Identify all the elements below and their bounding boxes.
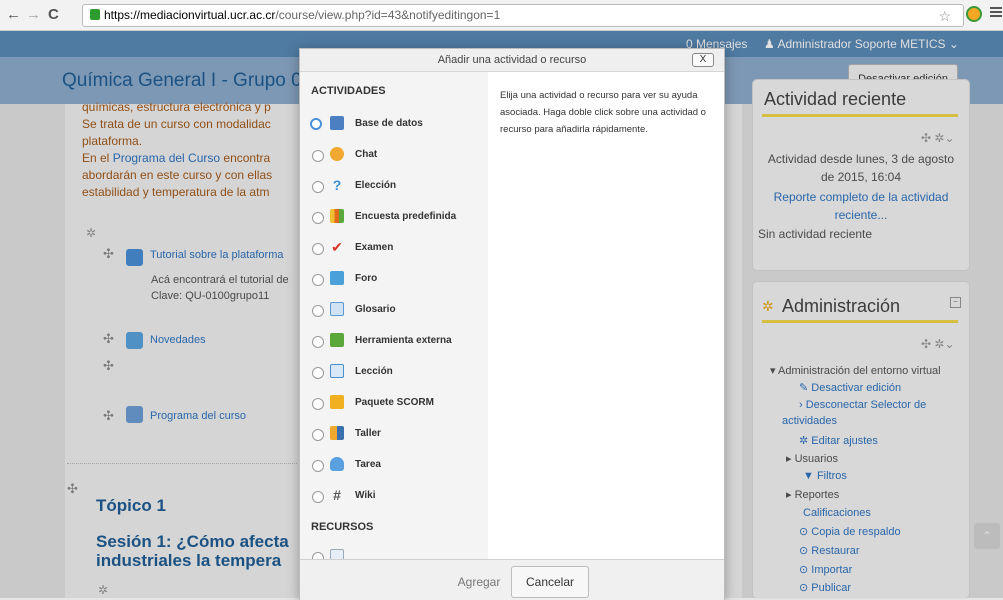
option-forum[interactable]: Foro xyxy=(309,269,487,291)
question-icon: ? xyxy=(332,177,342,193)
dialog-title: Añadir una actividad o recurso xyxy=(300,49,724,72)
extension-icon[interactable] xyxy=(966,6,982,22)
bookmark-star-icon[interactable]: ☆ xyxy=(938,6,951,27)
add-button[interactable]: Agregar xyxy=(449,569,509,595)
activities-heading: ACTIVIDADES xyxy=(311,85,386,97)
radio-button[interactable] xyxy=(312,491,324,503)
database-icon xyxy=(330,116,344,130)
option-wiki[interactable]: # Wiki xyxy=(309,486,487,508)
option-label: Taller xyxy=(355,428,381,439)
workshop-icon xyxy=(330,426,344,440)
back-icon[interactable]: ← xyxy=(6,6,21,23)
checkmark-icon: ✔ xyxy=(331,239,343,255)
radio-button[interactable] xyxy=(312,460,324,472)
glossary-icon xyxy=(330,302,344,316)
options-list[interactable]: ACTIVIDADES Base de datos Chat ? Elecció… xyxy=(300,72,488,560)
option-quiz[interactable]: ✔ Examen xyxy=(309,238,487,260)
option-label: Encuesta predefinida xyxy=(355,211,457,222)
option-label: Wiki xyxy=(355,490,376,501)
radio-button[interactable] xyxy=(312,181,324,193)
option-label: Paquete SCORM xyxy=(355,397,434,408)
option-label: Glosario xyxy=(355,304,396,315)
forum-icon xyxy=(330,271,344,285)
option-choice[interactable]: ? Elección xyxy=(309,176,487,198)
chat-icon xyxy=(330,147,344,161)
radio-button[interactable] xyxy=(312,398,324,410)
option-survey[interactable]: Encuesta predefinida xyxy=(309,207,487,229)
radio-button[interactable] xyxy=(312,212,324,224)
option-external-tool[interactable]: Herramienta externa xyxy=(309,331,487,353)
bar-chart-icon xyxy=(330,209,344,223)
lesson-icon xyxy=(330,364,344,378)
option-lesson[interactable]: Lección xyxy=(309,362,487,384)
option-chat[interactable]: Chat xyxy=(309,145,487,167)
option-label: Lección xyxy=(355,366,393,377)
option-label: Tarea xyxy=(355,459,381,470)
resources-heading: RECURSOS xyxy=(311,521,374,533)
browser-toolbar: ← → C https://mediacionvirtual.ucr.ac.cr… xyxy=(0,0,1003,31)
option-glossary[interactable]: Glosario xyxy=(309,300,487,322)
radio-button[interactable] xyxy=(312,367,324,379)
cancel-button[interactable]: Cancelar xyxy=(511,566,589,598)
radio-button[interactable] xyxy=(310,118,322,130)
assignment-icon xyxy=(330,457,344,471)
option-workshop[interactable]: Taller xyxy=(309,424,487,446)
activity-chooser-dialog: Añadir una actividad o recurso X ACTIVID… xyxy=(299,48,725,600)
option-label: Elección xyxy=(355,180,397,191)
reload-icon[interactable]: C xyxy=(48,6,59,23)
option-database[interactable]: Base de datos xyxy=(309,114,487,136)
lock-icon xyxy=(90,9,100,20)
url-path: /course/view.php?id=43&notifyeditingon=1 xyxy=(275,8,501,22)
option-label: Foro xyxy=(355,273,378,284)
dialog-footer: Agregar Cancelar xyxy=(300,559,724,600)
puzzle-icon xyxy=(330,333,344,347)
wiki-icon: # xyxy=(333,487,341,503)
radio-button[interactable] xyxy=(312,243,324,255)
option-label: Chat xyxy=(355,149,378,160)
radio-button[interactable] xyxy=(312,274,324,286)
option-assignment[interactable]: Tarea xyxy=(309,455,487,477)
option-label: Herramienta externa xyxy=(355,335,452,346)
radio-button[interactable] xyxy=(312,336,324,348)
radio-button[interactable] xyxy=(312,150,324,162)
option-label: Base de datos xyxy=(355,118,423,129)
option-scorm[interactable]: Paquete SCORM xyxy=(309,393,487,415)
close-button[interactable]: X xyxy=(692,53,714,67)
radio-button[interactable] xyxy=(312,429,324,441)
forward-icon[interactable]: → xyxy=(26,6,41,23)
browser-menu-icon[interactable] xyxy=(990,5,1002,19)
option-label: Examen xyxy=(355,242,394,253)
scorm-icon xyxy=(330,395,344,409)
address-bar[interactable]: https://mediacionvirtual.ucr.ac.cr/cours… xyxy=(82,4,964,27)
url-host: https://mediacionvirtual.ucr.ac.cr xyxy=(104,8,276,22)
radio-button[interactable] xyxy=(312,305,324,317)
help-text: Elija una actividad o recurso para ver s… xyxy=(500,90,706,135)
